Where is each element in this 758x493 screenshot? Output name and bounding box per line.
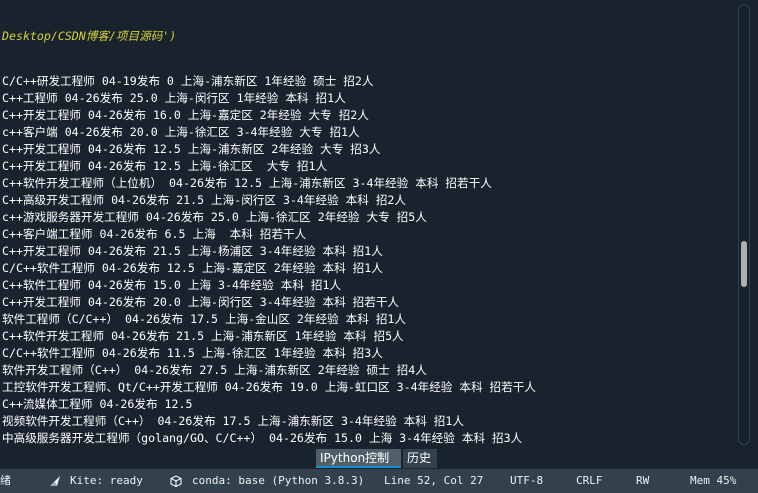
scrollbar-thumb[interactable]: [741, 241, 747, 287]
console-output-line: c++游戏服务器开发工程师 04-26发布 25.0 上海-徐汇区 2年经验 大…: [2, 210, 427, 224]
status-kite[interactable]: Kite: ready: [70, 469, 143, 493]
console-output-line: C++开发工程师 04-26发布 21.5 上海-杨浦区 3-4年经验 本科 招…: [2, 244, 383, 258]
console-output-line: C++开发工程师 04-26发布 16.0 上海-嘉定区 2年经验 大专 招2人: [2, 108, 369, 122]
status-ready-text: 绪: [0, 474, 11, 487]
console-output-line: 工控软件开发工程师、Qt/C++开发工程师 04-26发布 19.0 上海-虹口…: [2, 380, 536, 394]
status-permissions: RW: [636, 474, 650, 487]
console-output-line: 软件开发工程师（C++） 04-26发布 27.5 上海-浦东新区 2年经验 硕…: [2, 363, 427, 377]
console-output-line: c++客户端 04-26发布 20.0 上海-徐汇区 3-4年经验 大专 招1人: [2, 125, 360, 139]
console-output-line: C++客户端工程师 04-26发布 6.5 上海 本科 招若干人: [2, 227, 307, 241]
console-output-lines: C/C++研发工程师 04-19发布 0 上海-浦东新区 1年经验 硕士 招2人…: [0, 73, 736, 446]
status-conda-env[interactable]: conda: base (Python 3.8.3): [192, 469, 364, 493]
console-output-line: C/C++研发工程师 04-19发布 0 上海-浦东新区 1年经验 硕士 招2人: [2, 74, 374, 88]
console-output-line: 视频软件开发工程师（C++） 04-26发布 17.5 上海-浦东新区 3-4年…: [2, 414, 464, 428]
console-output-line: C++开发工程师 04-26发布 12.5 上海-徐汇区 大专 招1人: [2, 159, 328, 173]
status-cursor-position: Line 52, Col 27: [384, 474, 484, 487]
console-output-line: C++高级开发工程师 04-26发布 21.5 上海-闵行区 3-4年经验 本科…: [2, 193, 407, 207]
conda-package-icon: [170, 475, 182, 487]
console-output-line: C++软件工程师 04-26发布 15.0 上海 3-4年经验 本科 招1人: [2, 278, 342, 292]
console-output-line: C++软件开发工程师（上位机） 04-26发布 12.5 上海-浦东新区 3-4…: [2, 176, 492, 190]
console-output-line: C++开发工程师 04-26发布 12.5 上海-浦东新区 2年经验 大专 招3…: [2, 142, 381, 156]
console-output-line: 软件工程师（C/C++） 04-26发布 17.5 上海-金山区 2年经验 本科…: [2, 312, 407, 326]
tab-ipython-console[interactable]: IPython控制台: [316, 449, 401, 484]
console-output-line: C++开发工程师 04-26发布 20.0 上海-闵行区 3-4年经验 本科 招…: [2, 295, 400, 309]
console-output-line: C++工程师 04-26发布 25.0 上海-闵行区 1年经验 本科 招1人: [2, 91, 346, 105]
status-eol: CRLF: [576, 474, 603, 487]
tab-history[interactable]: 历史: [403, 449, 437, 468]
console-tab-bar: IPython控制台 历史: [0, 448, 758, 484]
console-vertical-scrollbar[interactable]: [738, 4, 750, 445]
ipython-console-output[interactable]: Desktop/CSDN博客/项目源码') C/C++研发工程师 04-19发布…: [0, 0, 736, 446]
console-output-line: C/C++软件工程师 04-26发布 12.5 上海-嘉定区 2年经验 本科 招…: [2, 261, 383, 275]
kite-icon: [50, 476, 60, 486]
console-output-line: C++流媒体工程师 04-26发布 12.5: [2, 397, 193, 411]
console-output-line: C/C++软件工程师 04-26发布 11.5 上海-徐汇区 1年经验 本科 招…: [2, 346, 383, 360]
status-bar: 绪 Kite: ready conda: base (Python 3.8.3)…: [0, 468, 758, 493]
status-encoding: UTF-8: [510, 474, 544, 487]
spyder-console-window: Desktop/CSDN博客/项目源码') C/C++研发工程师 04-19发布…: [0, 0, 758, 493]
console-path-line: Desktop/CSDN博客/项目源码'): [2, 29, 177, 43]
console-output-line: C++软件开发工程师 04-26发布 21.5 上海-浦东新区 1年经验 本科 …: [2, 329, 404, 343]
console-output-line: 中高级服务器开发工程师（golang/GO、C/C++） 04-26发布 15.…: [2, 431, 523, 445]
status-memory: Mem 45%: [690, 474, 737, 487]
